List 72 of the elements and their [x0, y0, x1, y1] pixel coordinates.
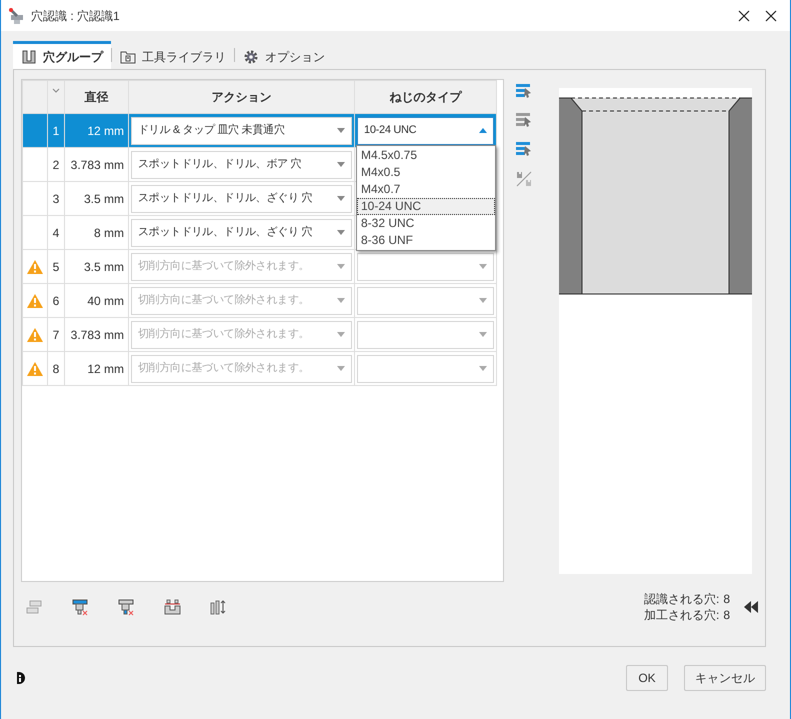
- action-dropdown[interactable]: ドリル & タップ 皿穴 未貫通穴: [131, 116, 352, 144]
- depth-icon[interactable]: [210, 598, 227, 616]
- gear-icon: [243, 48, 259, 64]
- table-cell: 12 mm: [64, 114, 128, 148]
- thread-dropdown[interactable]: 10-24 UNC: [357, 116, 494, 144]
- table-cell: 3.783 mm: [64, 318, 128, 352]
- dropdown-option[interactable]: 10-24 UNC: [357, 198, 495, 215]
- caret-icon: [337, 264, 345, 269]
- dropdown-option[interactable]: 8-32 UNC: [357, 215, 495, 232]
- hole-group-icon: [21, 48, 37, 64]
- table-cell: 8: [48, 352, 64, 386]
- select-icon[interactable]: [516, 142, 532, 157]
- caret-icon: [337, 128, 345, 133]
- caret-icon: [337, 332, 345, 337]
- caret-icon: [337, 366, 345, 371]
- action-dropdown[interactable]: スポットドリル、ドリル、ボア 穴: [131, 150, 352, 178]
- split-icon[interactable]: [516, 171, 532, 187]
- ok-button[interactable]: OK: [626, 665, 668, 691]
- caret-icon: [337, 230, 345, 235]
- table-cell: 8 mm: [64, 216, 128, 250]
- caret-icon: [479, 128, 487, 133]
- tab[interactable]: 穴グループ: [13, 41, 111, 69]
- column-header[interactable]: アクション: [128, 80, 354, 114]
- table-cell: 3.5 mm: [64, 182, 128, 216]
- hole-icon[interactable]: [164, 598, 181, 616]
- tool-delete-icon[interactable]: [72, 598, 89, 616]
- column-header[interactable]: ねじのタイプ: [354, 80, 496, 114]
- column-header[interactable]: 直径: [64, 80, 128, 114]
- caret-icon: [337, 298, 345, 303]
- cancel-button[interactable]: キャンセル: [684, 665, 766, 691]
- caret-icon: [337, 162, 345, 167]
- action-dropdown[interactable]: スポットドリル、ドリル、ざぐり 穴: [131, 184, 352, 212]
- stack-icon[interactable]: [26, 598, 43, 616]
- table-cell: 7: [48, 318, 64, 352]
- dropdown-option[interactable]: M4x0.5: [357, 164, 495, 181]
- table-cell: 2: [48, 148, 64, 182]
- folder-icon: [120, 48, 136, 64]
- window-title: 穴認識 : 穴認識1: [31, 8, 120, 24]
- info-icon[interactable]: [17, 672, 25, 684]
- caret-icon: [479, 332, 487, 337]
- collapse-icon[interactable]: [744, 601, 758, 613]
- count-value: 8: [723, 591, 730, 607]
- app-icon: [8, 6, 26, 24]
- table-cell: 5: [48, 250, 64, 284]
- table-cell: 6: [48, 284, 64, 318]
- table-cell: 4: [48, 216, 64, 250]
- caret-icon: [479, 366, 487, 371]
- caret-icon: [337, 196, 345, 201]
- tab[interactable]: オプション: [235, 41, 333, 69]
- table-cell: 40 mm: [64, 284, 128, 318]
- dropdown-option[interactable]: M4x0.7: [357, 181, 495, 198]
- close-icon: [738, 10, 750, 22]
- table-cell: 3: [48, 182, 64, 216]
- table-cell: 12 mm: [64, 352, 128, 386]
- table-cell: 3.783 mm: [64, 148, 128, 182]
- table-cell: 3.5 mm: [64, 250, 128, 284]
- caret-icon: [479, 264, 487, 269]
- dropdown-option[interactable]: 8-36 UNF: [357, 232, 495, 249]
- count-label: 認識される穴:: [644, 591, 720, 607]
- count-value: 8: [723, 607, 730, 623]
- table-row[interactable]: 1 12 mm ドリル & タップ 皿穴 未貫通穴 10-24 UNC: [22, 114, 496, 148]
- select-all-icon[interactable]: [516, 84, 532, 99]
- count-label: 加工される穴:: [644, 607, 720, 623]
- dropdown-option[interactable]: M4.5x0.75: [357, 147, 495, 164]
- select-none-icon[interactable]: [516, 113, 532, 128]
- action-dropdown[interactable]: スポットドリル、ドリル、ざぐり 穴: [131, 218, 352, 246]
- caret-icon: [479, 298, 487, 303]
- tool-delete-icon[interactable]: [118, 598, 135, 616]
- tab[interactable]: 工具ライブラリ: [112, 41, 234, 69]
- chevron-icon[interactable]: [52, 88, 60, 94]
- close-icon: [765, 10, 777, 22]
- table-cell: 1: [48, 114, 64, 148]
